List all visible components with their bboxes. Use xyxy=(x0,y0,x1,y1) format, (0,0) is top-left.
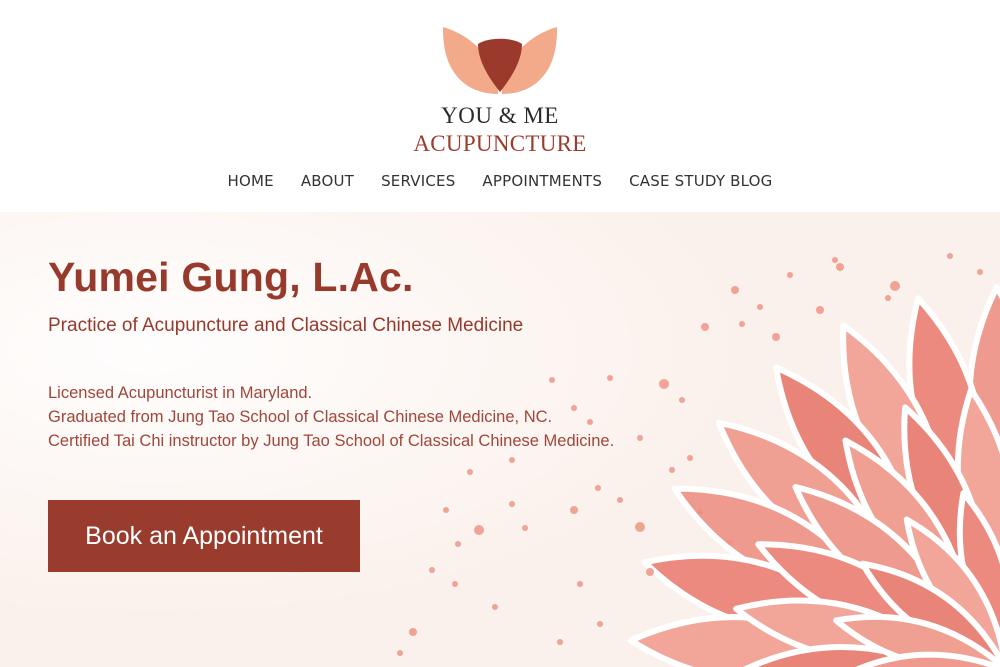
credential-item: Certified Tai Chi instructor by Jung Tao… xyxy=(48,432,615,450)
paint-dot xyxy=(772,333,780,341)
paint-dot xyxy=(816,306,824,314)
paint-dot xyxy=(509,501,515,507)
brand-name: YOU & ME xyxy=(441,103,559,128)
lotus-logo-icon[interactable] xyxy=(440,22,560,97)
paint-dot xyxy=(635,522,645,532)
paint-dot xyxy=(595,485,601,491)
nav-services[interactable]: SERVICES xyxy=(381,172,455,190)
paint-dot xyxy=(397,650,403,656)
paint-dot xyxy=(570,506,578,514)
paint-dot xyxy=(947,253,953,259)
paint-dot xyxy=(522,525,528,531)
page-subtitle: Practice of Acupuncture and Classical Ch… xyxy=(48,315,524,336)
paint-dot xyxy=(557,639,563,645)
paint-dot xyxy=(757,304,763,310)
paint-dot xyxy=(977,269,983,275)
paint-dot xyxy=(577,581,583,587)
paint-dot xyxy=(701,323,709,331)
paint-dot xyxy=(509,457,515,463)
paint-dot xyxy=(467,469,473,475)
paint-dot xyxy=(832,257,838,263)
paint-dot xyxy=(429,567,435,573)
paint-dot xyxy=(727,539,733,545)
paint-dot xyxy=(787,272,793,278)
paint-dot xyxy=(836,263,844,271)
site-header: YOU & ME ACUPUNCTURE HOME ABOUT SERVICES… xyxy=(0,0,1000,212)
paint-dot xyxy=(739,321,745,327)
paint-dot xyxy=(637,435,643,441)
paint-dot xyxy=(659,379,669,389)
paint-dot xyxy=(443,507,449,513)
paint-dot xyxy=(731,286,739,294)
paint-dot xyxy=(885,295,891,301)
nav-home[interactable]: HOME xyxy=(228,172,274,190)
paint-dot xyxy=(697,509,703,515)
paint-dot xyxy=(646,568,654,576)
nav-about[interactable]: ABOUT xyxy=(301,172,354,190)
main-nav: HOME ABOUT SERVICES APPOINTMENTS CASE ST… xyxy=(0,172,1000,190)
paint-dot xyxy=(455,541,461,547)
brand-tagline: ACUPUNCTURE xyxy=(413,131,587,156)
paint-dot xyxy=(890,281,900,291)
paint-dot xyxy=(492,604,498,610)
paint-dot xyxy=(597,621,603,627)
paint-dot xyxy=(687,455,693,461)
paint-dot xyxy=(474,525,484,535)
nav-appointments[interactable]: APPOINTMENTS xyxy=(482,172,602,190)
hero-section: Yumei Gung, L.Ac. Practice of Acupunctur… xyxy=(0,212,1000,667)
paint-dot xyxy=(679,397,685,403)
book-appointment-button[interactable]: Book an Appointment xyxy=(48,500,360,572)
paint-dot xyxy=(452,581,458,587)
credentials-list: Licensed Acupuncturist in Maryland. Grad… xyxy=(48,381,614,453)
page-title: Yumei Gung, L.Ac. xyxy=(48,254,414,300)
paint-dot xyxy=(669,467,675,473)
paint-dot xyxy=(409,628,417,636)
credential-item: Graduated from Jung Tao School of Classi… xyxy=(48,408,553,426)
paint-dot xyxy=(617,497,623,503)
credential-item: Licensed Acupuncturist in Maryland. xyxy=(48,384,313,402)
nav-case-study-blog[interactable]: CASE STUDY BLOG xyxy=(629,172,772,190)
